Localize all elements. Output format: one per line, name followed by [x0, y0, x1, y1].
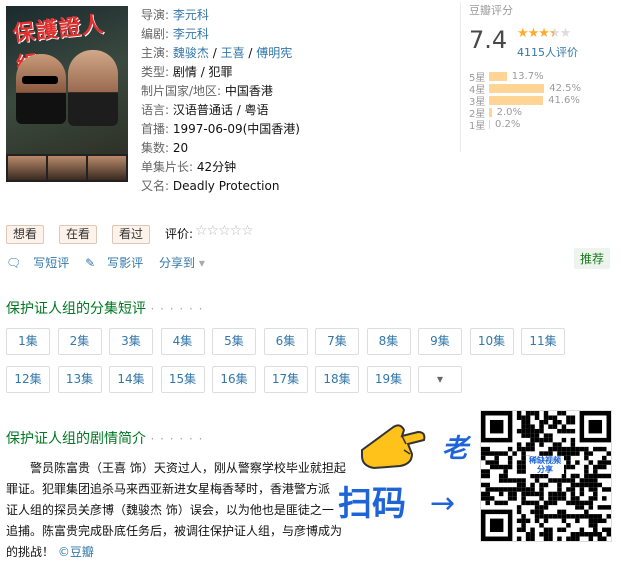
- country-value: 中国香港: [224, 84, 273, 98]
- title-dots: · · · · · ·: [150, 302, 204, 316]
- runtime-value: 42分钟: [196, 160, 237, 174]
- rating-bar-pct: 0.2%: [495, 118, 521, 130]
- poster-image[interactable]: 保護證人組: [6, 6, 128, 182]
- episodes-more-button[interactable]: ▾: [418, 366, 462, 393]
- rating-bar: [489, 119, 490, 129]
- episode-link[interactable]: 12集: [6, 366, 50, 393]
- episode-link[interactable]: 8集: [366, 328, 411, 355]
- episode-section-title: 保护证人组的分集短评 · · · · · ·: [6, 298, 203, 318]
- short-review-label[interactable]: 写短评: [33, 256, 69, 270]
- pencil-icon: ✎: [85, 256, 96, 270]
- episode-link[interactable]: 15集: [160, 366, 205, 393]
- ad-lao-text: 老: [442, 434, 469, 464]
- episode-link[interactable]: 1集: [6, 328, 50, 355]
- short-review-link[interactable]: 🗨 写短评: [6, 256, 69, 270]
- premiere-value: 1997-06-09(中国香港): [172, 122, 300, 136]
- scan-text: 扫码: [338, 484, 406, 524]
- poster-figure: [16, 54, 66, 124]
- cast-link[interactable]: 傅明宪: [256, 46, 292, 60]
- episode-link[interactable]: 4集: [160, 328, 205, 355]
- episode-link[interactable]: 13集: [57, 366, 102, 393]
- poster-figure: [68, 50, 118, 126]
- rating-bar-pct: 2.0%: [496, 106, 522, 118]
- episodes-value: 20: [172, 141, 189, 155]
- poster-sunglasses: [22, 76, 58, 84]
- rating-bar-pct: 42.5%: [549, 82, 582, 94]
- genre-label: 类型:: [141, 65, 170, 79]
- episodes-label: 集数:: [141, 141, 170, 155]
- rating-bar-row: 1星 0.2%: [469, 118, 581, 132]
- rating-bar-pct: 41.6%: [548, 94, 580, 106]
- qr-code-image[interactable]: [480, 410, 612, 542]
- writer-label: 编剧:: [141, 27, 170, 41]
- episode-link[interactable]: 17集: [263, 366, 308, 393]
- qr-center-label: 稀缺视频分享: [526, 456, 564, 474]
- episode-link[interactable]: 19集: [366, 366, 411, 393]
- rating-bar: [489, 95, 544, 105]
- douban-source-link[interactable]: ©豆瓣: [58, 545, 94, 559]
- episode-link[interactable]: 18集: [315, 366, 359, 393]
- episode-link[interactable]: 6集: [263, 328, 308, 355]
- pointing-hand-icon: [361, 424, 426, 470]
- episode-link[interactable]: 14集: [109, 366, 153, 393]
- director-link[interactable]: 李元科: [173, 8, 209, 22]
- episode-link[interactable]: 2集: [57, 328, 102, 355]
- subject-info: 导演: 李元科 编剧: 李元科 主演: 魏骏杰 / 王喜 / 傅明宪 类型: 剧…: [141, 6, 441, 196]
- review-link[interactable]: ✎ 写影评: [85, 256, 143, 270]
- rate-stars-icon[interactable]: ☆☆☆☆☆: [195, 223, 254, 239]
- rating-stars-icon: ★★★★★★: [517, 26, 571, 41]
- rating-label: 豆瓣评分: [469, 4, 513, 17]
- poster-strip: [6, 154, 128, 182]
- cast-link[interactable]: 王喜: [221, 46, 245, 60]
- share-to-label[interactable]: 分享到: [159, 256, 195, 270]
- share-to-link[interactable]: 分享到 ▾: [159, 256, 217, 270]
- synopsis-line: 的挑战！: [6, 545, 55, 559]
- recommend-button[interactable]: 推荐: [574, 248, 611, 269]
- want-button[interactable]: 想看: [6, 225, 45, 244]
- arrow-right-icon: →: [430, 486, 456, 521]
- runtime-label: 单集片长:: [141, 160, 194, 174]
- rating-score: 7.4: [469, 26, 508, 54]
- qr-ad-overlay[interactable]: 老 扫码 → 稀缺视频分享: [330, 404, 620, 551]
- episode-link[interactable]: 10集: [469, 328, 514, 355]
- share-row: 🗨 写短评 ✎ 写影评 分享到 ▾: [6, 254, 229, 271]
- episode-link[interactable]: 7集: [315, 328, 359, 355]
- comment-icon: 🗨: [6, 256, 22, 270]
- episode-link[interactable]: 5集: [212, 328, 256, 355]
- rate-label: 评价:: [165, 227, 194, 241]
- rating-bar: [489, 83, 545, 93]
- rating-bar-label: 1星: [469, 120, 486, 132]
- rating-votes-link[interactable]: 4115人评价: [517, 44, 578, 60]
- episode-section-title-text: 保护证人组的分集短评: [6, 301, 146, 317]
- separator: /: [208, 46, 221, 60]
- aka-value: Deadly Protection: [172, 179, 280, 193]
- rating-bar: [489, 71, 507, 81]
- episode-link[interactable]: 3集: [109, 328, 153, 355]
- rating-panel: 豆瓣评分 7.4 ★★★★★★ 4115人评价 5星13.7%4星42.5%3星…: [460, 2, 620, 152]
- director-label: 导演:: [141, 8, 170, 22]
- synopsis-section-title-text: 保护证人组的剧情简介: [6, 431, 146, 447]
- watched-button[interactable]: 看过: [112, 225, 151, 244]
- genre-value: 剧情 / 犯罪: [172, 65, 233, 79]
- episode-link[interactable]: 11集: [521, 328, 565, 355]
- cast-label: 主演:: [141, 46, 170, 60]
- rating-bar-pct: 13.7%: [511, 70, 544, 82]
- episode-link[interactable]: 16集: [212, 366, 256, 393]
- watching-button[interactable]: 在看: [59, 225, 98, 244]
- cast-link[interactable]: 魏骏杰: [173, 46, 209, 60]
- premiere-label: 首播:: [141, 122, 170, 136]
- rating-bar: [489, 107, 492, 117]
- review-label[interactable]: 写影评: [107, 256, 143, 270]
- aka-label: 又名:: [141, 179, 170, 193]
- writer-link[interactable]: 李元科: [173, 27, 209, 41]
- language-label: 语言:: [141, 103, 170, 117]
- language-value: 汉语普通话 / 粤语: [172, 103, 269, 117]
- separator: /: [244, 46, 257, 60]
- title-dots: · · · · · ·: [150, 432, 204, 446]
- chevron-down-icon: ▾: [198, 256, 205, 270]
- rating-breakdown: 5星 13.7% 4星 42.5% 3星 41.6% 2星 2.0% 1星 0.2%: [469, 70, 582, 132]
- synopsis-section-title: 保护证人组的剧情简介 · · · · · ·: [6, 428, 203, 448]
- episode-link[interactable]: 9集: [418, 328, 462, 355]
- country-label: 制片国家/地区:: [141, 84, 222, 98]
